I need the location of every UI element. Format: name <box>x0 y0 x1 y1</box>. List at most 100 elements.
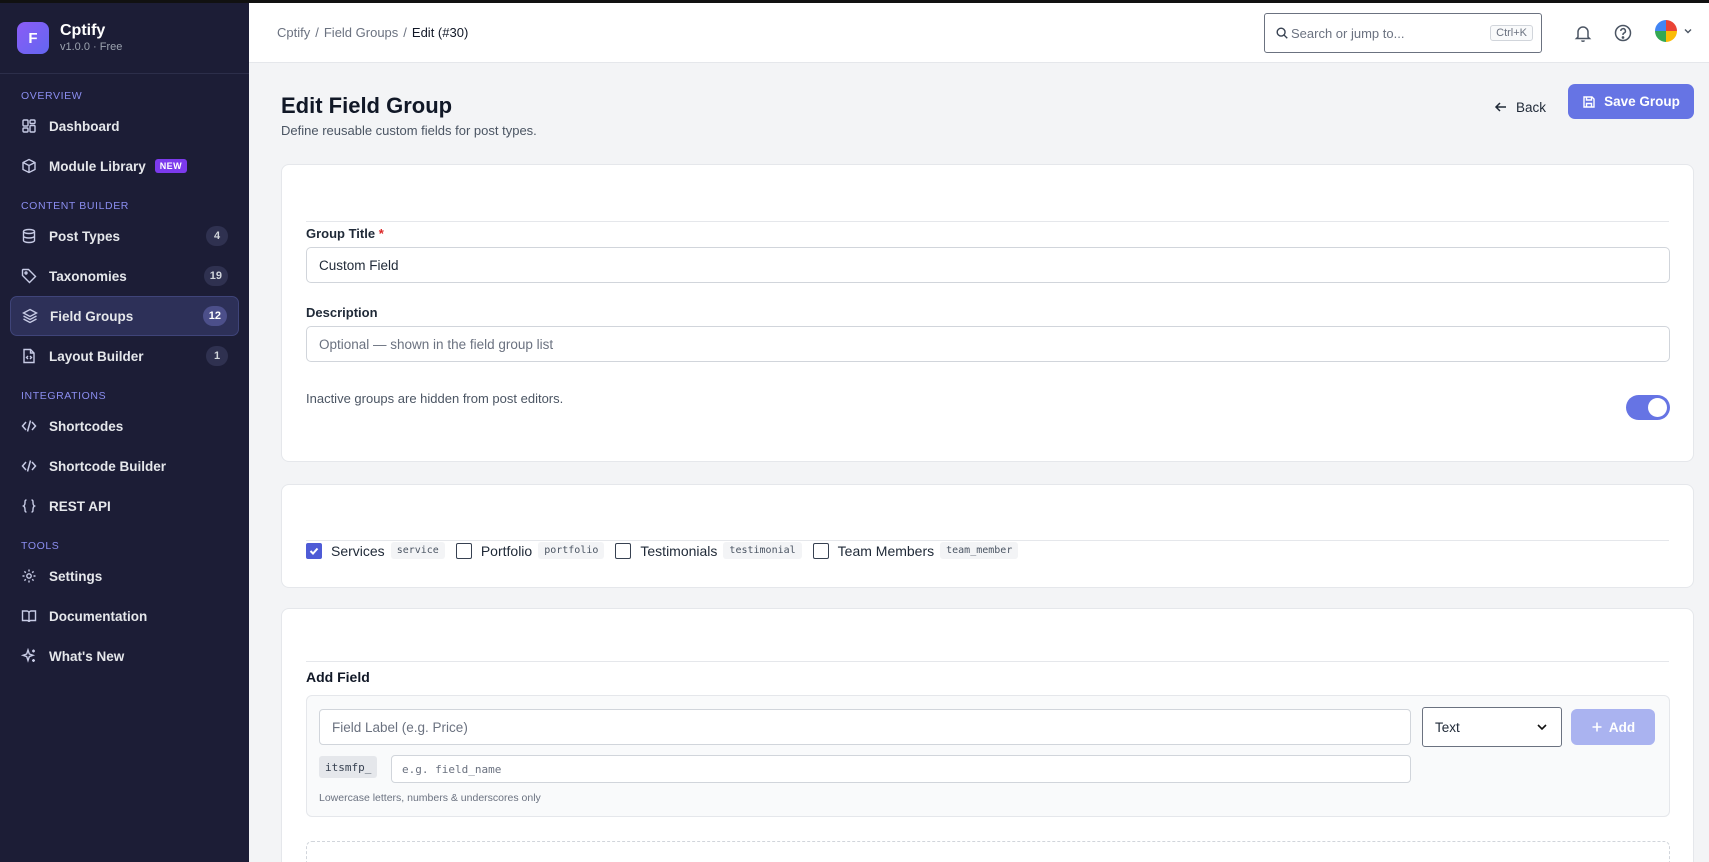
file-code-icon <box>21 348 37 364</box>
brand-version: v1.0.0 · Free <box>60 41 123 53</box>
help-icon[interactable] <box>1613 23 1633 43</box>
sidebar-item-whats-new[interactable]: What's New <box>10 636 239 676</box>
active-hint: Inactive groups are hidden from post edi… <box>306 391 564 406</box>
brand-name: Cptify <box>60 22 106 39</box>
description-label: Description <box>306 305 378 320</box>
save-group-label: Save Group <box>1604 94 1680 109</box>
section-overview: OVERVIEW <box>21 90 83 102</box>
back-button[interactable]: Back <box>1486 89 1554 125</box>
save-group-button[interactable]: Save Group <box>1568 84 1694 119</box>
plus-icon <box>1592 722 1602 732</box>
sidebar-item-layout-builder[interactable]: Layout Builder 1 <box>10 336 239 376</box>
field-label-input[interactable]: Field Label (e.g. Price) <box>319 709 1411 745</box>
save-icon <box>1583 95 1595 108</box>
fields-card: Add Field Field Label (e.g. Price) Text … <box>281 608 1694 862</box>
post-type-slug: service <box>390 542 445 559</box>
checkbox-checked[interactable] <box>306 542 322 559</box>
field-key-input[interactable]: e.g. field_name <box>391 755 1411 783</box>
sidebar-item-settings[interactable]: Settings <box>10 556 239 596</box>
breadcrumb-separator: / <box>403 25 407 40</box>
breadcrumb-item[interactable]: Cptify <box>277 25 310 40</box>
tag-icon <box>21 268 37 284</box>
sidebar-item-label: Post Types <box>49 228 121 244</box>
post-type-label: Testimonials <box>640 542 718 559</box>
sidebar-item-label: Shortcodes <box>49 418 124 434</box>
card-divider <box>306 661 1669 662</box>
breadcrumb-current: Edit (#30) <box>411 25 469 40</box>
card-divider <box>306 540 1669 541</box>
chevron-down-icon <box>1537 724 1547 731</box>
avatar[interactable] <box>1655 20 1677 42</box>
count-badge: 19 <box>203 266 228 286</box>
code-icon <box>21 418 37 434</box>
post-type-list: Services service Portfolio portfolio Tes… <box>306 542 1029 559</box>
sidebar-item-field-groups[interactable]: Field Groups 12 <box>10 296 239 336</box>
post-type-label: Team Members <box>837 542 935 559</box>
add-field-button[interactable]: Add <box>1571 709 1655 745</box>
post-type-slug: team_member <box>940 542 1019 559</box>
field-type-value: Text <box>1435 719 1460 735</box>
brand-logo: F <box>17 22 49 54</box>
gear-icon <box>21 568 37 584</box>
page-title: Edit Field Group <box>281 93 453 118</box>
section-content-builder: CONTENT BUILDER <box>21 200 129 212</box>
add-field-form: Field Label (e.g. Price) Text Add itsmfp… <box>306 695 1670 817</box>
sidebar-item-taxonomies[interactable]: Taxonomies 19 <box>10 256 239 296</box>
page-subtitle: Define reusable custom fields for post t… <box>281 123 537 138</box>
dashboard-icon <box>21 118 37 134</box>
sidebar-item-post-types[interactable]: Post Types 4 <box>10 216 239 256</box>
checkbox[interactable] <box>812 542 829 559</box>
braces-icon <box>21 498 37 514</box>
sidebar-item-module-library[interactable]: Module Library NEW <box>10 146 239 186</box>
post-type-slug: testimonial <box>723 542 802 559</box>
breadcrumb: Cptify / Field Groups / Edit (#30) <box>277 25 468 40</box>
database-icon <box>21 228 37 244</box>
brand[interactable]: F Cptify v1.0.0 · Free <box>0 0 249 74</box>
back-button-label: Back <box>1516 99 1547 115</box>
new-badge: NEW <box>154 159 187 173</box>
sidebar-item-shortcode-builder[interactable]: Shortcode Builder <box>10 446 239 486</box>
book-icon <box>21 608 37 624</box>
sidebar: F Cptify v1.0.0 · Free OVERVIEW Dashboar… <box>0 0 249 862</box>
active-toggle[interactable] <box>1626 395 1670 420</box>
breadcrumb-item[interactable]: Field Groups <box>324 25 398 40</box>
fields-dropzone <box>306 841 1670 862</box>
arrow-left-icon <box>1494 102 1506 112</box>
count-badge: 12 <box>202 306 227 326</box>
sidebar-item-dashboard[interactable]: Dashboard <box>10 106 239 146</box>
search-shortcut: Ctrl+K <box>1490 25 1533 41</box>
cube-icon <box>21 158 37 174</box>
field-key-hint: Lowercase letters, numbers & underscores… <box>319 792 541 804</box>
post-type-option-services[interactable]: Services service <box>306 542 445 559</box>
post-type-option-testimonials[interactable]: Testimonials testimonial <box>615 542 802 559</box>
field-type-select[interactable]: Text <box>1422 707 1562 747</box>
sidebar-item-label: Settings <box>49 568 103 584</box>
checkbox[interactable] <box>615 542 632 559</box>
sidebar-item-documentation[interactable]: Documentation <box>10 596 239 636</box>
sidebar-item-rest-api[interactable]: REST API <box>10 486 239 526</box>
description-input[interactable]: Optional — shown in the field group list <box>306 326 1670 362</box>
search-icon <box>1276 27 1288 39</box>
check-icon <box>309 547 319 555</box>
post-type-option-portfolio[interactable]: Portfolio portfolio <box>455 542 605 559</box>
post-type-option-team-members[interactable]: Team Members team_member <box>812 542 1019 559</box>
sparkles-icon <box>21 648 37 664</box>
search-input[interactable]: Search or jump to... Ctrl+K <box>1264 13 1542 53</box>
sidebar-item-label: What's New <box>49 648 125 664</box>
add-field-title: Add Field <box>306 669 370 685</box>
add-field-button-label: Add <box>1608 719 1636 735</box>
sidebar-item-shortcodes[interactable]: Shortcodes <box>10 406 239 446</box>
post-types-card: Services service Portfolio portfolio Tes… <box>281 484 1694 588</box>
group-title-input[interactable]: Custom Field <box>306 247 1670 283</box>
bell-icon[interactable] <box>1573 23 1593 43</box>
required-mark: * <box>378 226 384 241</box>
window-top-border <box>0 0 1709 3</box>
search-placeholder: Search or jump to... <box>1291 25 1405 41</box>
chevron-down-icon[interactable] <box>1682 25 1694 37</box>
post-type-slug: portfolio <box>538 542 605 559</box>
sidebar-item-label: Shortcode Builder <box>49 458 167 474</box>
sidebar-item-label: Documentation <box>49 608 148 624</box>
sidebar-item-label: Layout Builder <box>49 348 144 364</box>
checkbox[interactable] <box>455 542 472 559</box>
layers-icon <box>22 308 38 324</box>
